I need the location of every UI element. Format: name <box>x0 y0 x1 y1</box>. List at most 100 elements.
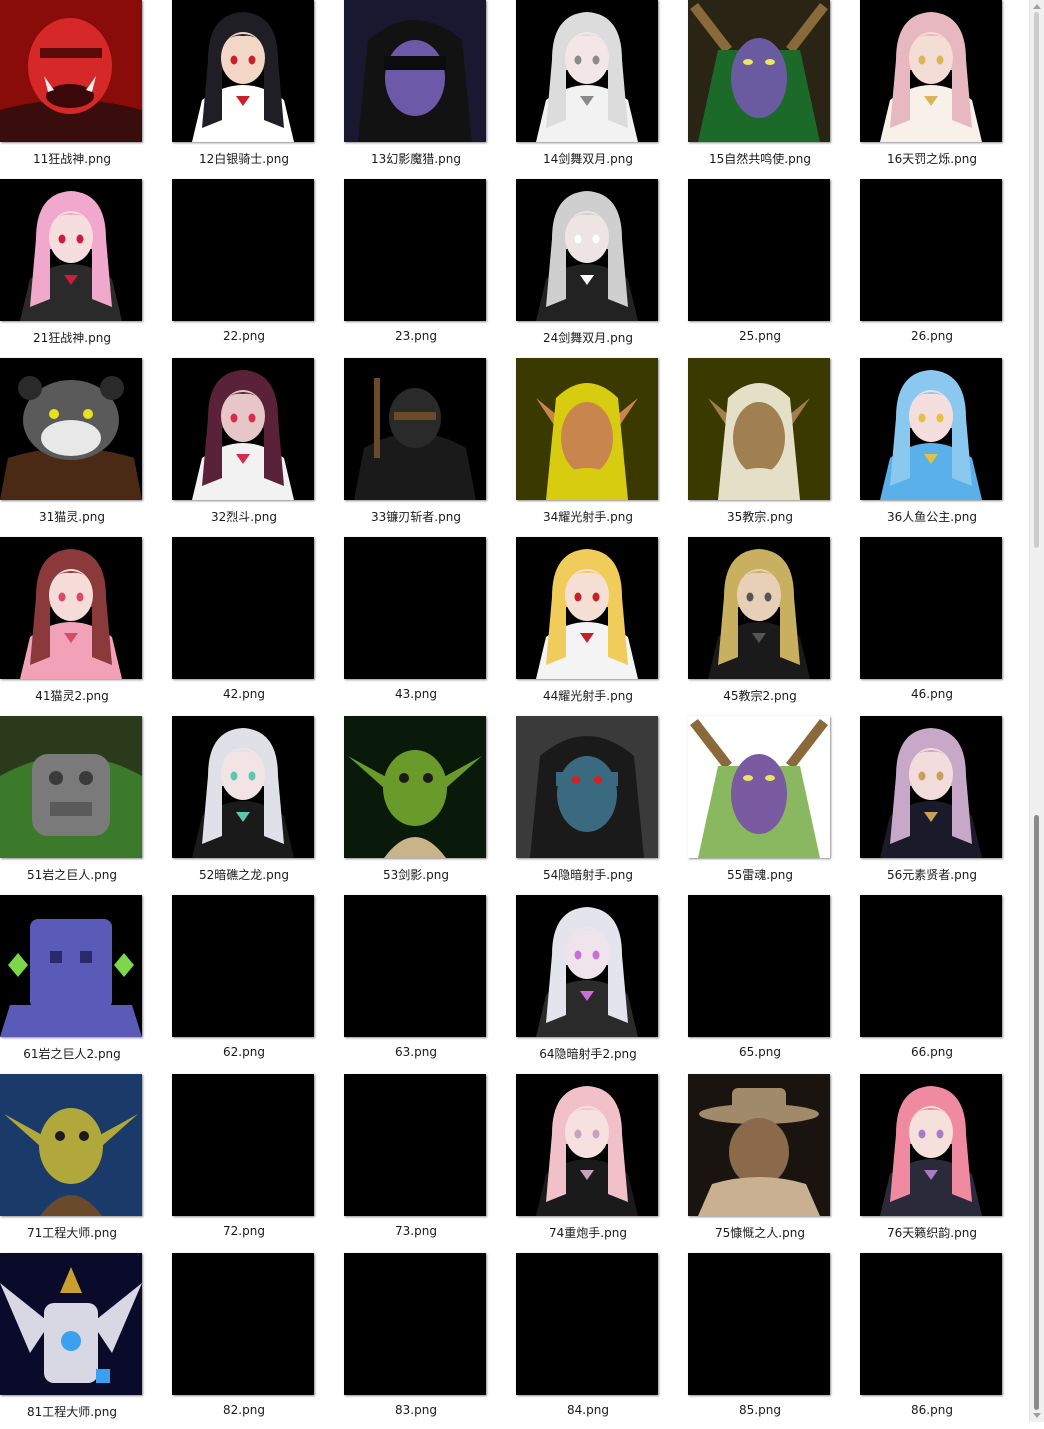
file-name-label[interactable]: 12白银骑士.png <box>162 150 326 167</box>
file-thumbnail[interactable] <box>860 0 1002 142</box>
file-thumbnail[interactable] <box>0 0 142 142</box>
file-thumbnail[interactable] <box>860 537 1002 679</box>
file-thumbnail[interactable] <box>516 0 658 142</box>
file-item[interactable]: 66.png <box>860 895 1004 1071</box>
file-thumbnail[interactable] <box>516 358 658 500</box>
file-name-label[interactable]: 11狂战神.png <box>0 150 154 167</box>
file-item[interactable]: 14剑舞双月.png <box>516 0 660 176</box>
file-thumbnail[interactable] <box>860 179 1002 321</box>
file-item[interactable]: 21狂战神.png <box>0 179 144 355</box>
file-name-label[interactable]: 26.png <box>850 329 1014 343</box>
file-thumbnail[interactable] <box>516 1253 658 1395</box>
file-item[interactable]: 44耀光射手.png <box>516 537 660 713</box>
file-name-label[interactable]: 51岩之巨人.png <box>0 866 154 883</box>
file-name-label[interactable]: 62.png <box>162 1045 326 1059</box>
file-item[interactable]: 85.png <box>688 1253 832 1429</box>
file-item[interactable]: 54隐暗射手.png <box>516 716 660 892</box>
file-item[interactable]: 82.png <box>172 1253 316 1429</box>
file-thumbnail[interactable] <box>172 0 314 142</box>
file-item[interactable]: 62.png <box>172 895 316 1071</box>
file-item[interactable]: 84.png <box>516 1253 660 1429</box>
file-name-label[interactable]: 72.png <box>162 1224 326 1238</box>
vertical-scrollbar[interactable] <box>1029 0 1044 1422</box>
file-name-label[interactable]: 71工程大师.png <box>0 1224 154 1241</box>
file-name-label[interactable]: 23.png <box>334 329 498 343</box>
file-name-label[interactable]: 53剑影.png <box>334 866 498 883</box>
file-item[interactable]: 61岩之巨人2.png <box>0 895 144 1071</box>
file-thumbnail[interactable] <box>172 1253 314 1395</box>
file-item[interactable]: 41猫灵2.png <box>0 537 144 713</box>
file-name-label[interactable]: 36人鱼公主.png <box>850 508 1014 525</box>
file-thumbnail[interactable] <box>860 1253 1002 1395</box>
file-item[interactable]: 34耀光射手.png <box>516 358 660 534</box>
file-name-label[interactable]: 25.png <box>678 329 842 343</box>
file-thumbnail[interactable] <box>860 1074 1002 1216</box>
file-name-label[interactable]: 41猫灵2.png <box>0 687 154 704</box>
file-item[interactable]: 86.png <box>860 1253 1004 1429</box>
file-name-label[interactable]: 86.png <box>850 1403 1014 1417</box>
file-name-label[interactable]: 15自然共鸣使.png <box>678 150 842 167</box>
file-thumbnail[interactable] <box>0 1253 142 1395</box>
file-thumbnail[interactable] <box>344 895 486 1037</box>
file-name-label[interactable]: 81工程大师.png <box>0 1403 154 1420</box>
file-item[interactable]: 36人鱼公主.png <box>860 358 1004 534</box>
file-name-label[interactable]: 74重炮手.png <box>506 1224 670 1241</box>
scroll-up-arrow-icon[interactable] <box>1033 4 1041 9</box>
file-name-label[interactable]: 85.png <box>678 1403 842 1417</box>
file-item[interactable]: 45教宗2.png <box>688 537 832 713</box>
file-name-label[interactable]: 66.png <box>850 1045 1014 1059</box>
file-thumbnail[interactable] <box>0 179 142 321</box>
file-thumbnail[interactable] <box>688 0 830 142</box>
file-item[interactable]: 72.png <box>172 1074 316 1250</box>
file-thumbnail[interactable] <box>344 1074 486 1216</box>
file-name-label[interactable]: 14剑舞双月.png <box>506 150 670 167</box>
file-item[interactable]: 23.png <box>344 179 488 355</box>
file-name-label[interactable]: 84.png <box>506 1403 670 1417</box>
file-item[interactable]: 15自然共鸣使.png <box>688 0 832 176</box>
file-name-label[interactable]: 64隐暗射手2.png <box>506 1045 670 1062</box>
file-item[interactable]: 12白银骑士.png <box>172 0 316 176</box>
file-name-label[interactable]: 61岩之巨人2.png <box>0 1045 154 1062</box>
file-name-label[interactable]: 44耀光射手.png <box>506 687 670 704</box>
file-thumbnail[interactable] <box>344 537 486 679</box>
file-thumbnail[interactable] <box>688 358 830 500</box>
file-item[interactable]: 73.png <box>344 1074 488 1250</box>
file-thumbnail[interactable] <box>0 358 142 500</box>
file-name-label[interactable]: 16天罚之烁.png <box>850 150 1014 167</box>
file-item[interactable]: 32烈斗.png <box>172 358 316 534</box>
file-name-label[interactable]: 82.png <box>162 1403 326 1417</box>
file-item[interactable]: 13幻影魔猎.png <box>344 0 488 176</box>
file-item[interactable]: 35教宗.png <box>688 358 832 534</box>
file-item[interactable]: 75慷慨之人.png <box>688 1074 832 1250</box>
file-thumbnail[interactable] <box>344 716 486 858</box>
file-item[interactable]: 56元素贤者.png <box>860 716 1004 892</box>
file-item[interactable]: 51岩之巨人.png <box>0 716 144 892</box>
file-item[interactable]: 74重炮手.png <box>516 1074 660 1250</box>
file-item[interactable]: 24剑舞双月.png <box>516 179 660 355</box>
file-item[interactable]: 25.png <box>688 179 832 355</box>
file-thumbnail[interactable] <box>516 537 658 679</box>
file-name-label[interactable]: 32烈斗.png <box>162 508 326 525</box>
file-item[interactable]: 33镰刃斩者.png <box>344 358 488 534</box>
file-item[interactable]: 42.png <box>172 537 316 713</box>
file-item[interactable]: 26.png <box>860 179 1004 355</box>
file-name-label[interactable]: 73.png <box>334 1224 498 1238</box>
file-thumbnail[interactable] <box>0 895 142 1037</box>
file-thumbnail[interactable] <box>172 1074 314 1216</box>
file-thumbnail[interactable] <box>172 358 314 500</box>
file-name-label[interactable]: 31猫灵.png <box>0 508 154 525</box>
file-thumbnail[interactable] <box>344 1253 486 1395</box>
file-name-label[interactable]: 21狂战神.png <box>0 329 154 346</box>
file-item[interactable]: 43.png <box>344 537 488 713</box>
file-thumbnail[interactable] <box>0 1074 142 1216</box>
file-item[interactable]: 83.png <box>344 1253 488 1429</box>
scrollbar-thumb[interactable] <box>1034 815 1039 1410</box>
file-item[interactable]: 76天籁织韵.png <box>860 1074 1004 1250</box>
file-thumbnail[interactable] <box>0 716 142 858</box>
file-thumbnail[interactable] <box>344 179 486 321</box>
file-name-label[interactable]: 55雷魂.png <box>678 866 842 883</box>
file-item[interactable]: 71工程大师.png <box>0 1074 144 1250</box>
file-name-label[interactable]: 65.png <box>678 1045 842 1059</box>
file-thumbnail[interactable] <box>172 537 314 679</box>
file-item[interactable]: 22.png <box>172 179 316 355</box>
